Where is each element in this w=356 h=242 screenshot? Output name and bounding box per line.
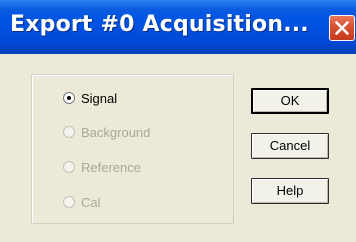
radio-button-selected-icon[interactable] (63, 92, 75, 104)
radio-option-signal[interactable]: Signal (63, 90, 117, 106)
radio-button-icon (63, 161, 75, 173)
export-dialog: Export #0 Acquisition... Signal Backgrou… (0, 0, 356, 242)
radio-option-background: Background (63, 124, 150, 140)
radio-label-cal: Cal (81, 194, 101, 210)
close-button[interactable] (329, 15, 355, 41)
close-x-icon (335, 21, 349, 35)
radio-label-reference: Reference (81, 159, 141, 175)
radio-option-reference: Reference (63, 159, 141, 175)
radio-label-background: Background (81, 124, 151, 140)
radio-option-cal: Cal (63, 194, 101, 210)
radio-button-icon (63, 196, 75, 208)
window-title: Export #0 Acquisition... (10, 12, 309, 37)
title-bar[interactable]: Export #0 Acquisition... (0, 0, 356, 54)
ok-button[interactable]: OK (251, 88, 329, 114)
radio-label-signal: Signal (81, 90, 118, 106)
cancel-button[interactable]: Cancel (251, 133, 329, 159)
data-source-group (31, 74, 234, 224)
help-button[interactable]: Help (251, 178, 329, 204)
radio-button-icon (63, 126, 75, 138)
